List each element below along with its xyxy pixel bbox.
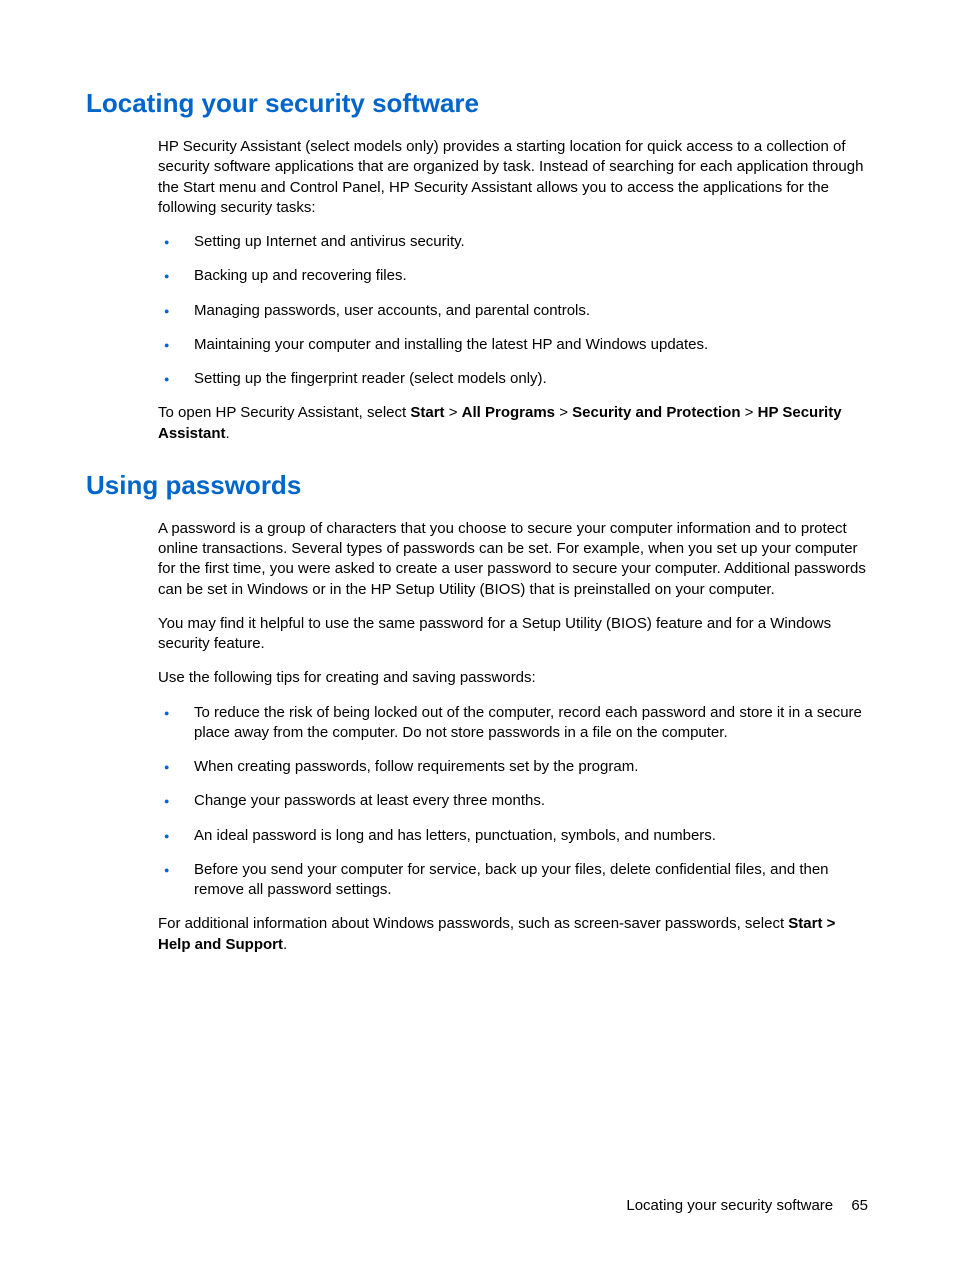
list-item: When creating passwords, follow requirem… — [158, 757, 868, 777]
list-item: Setting up the fingerprint reader (selec… — [158, 369, 868, 389]
list-item: Backing up and recovering files. — [158, 266, 868, 286]
open-instructions: To open HP Security Assistant, select St… — [158, 403, 868, 444]
list-item: An ideal password is long and has letter… — [158, 826, 868, 846]
page-number: 65 — [851, 1197, 868, 1214]
password-tips-list: To reduce the risk of being locked out o… — [158, 703, 868, 901]
intro-paragraph: HP Security Assistant (select models onl… — [158, 137, 868, 218]
list-item: Managing passwords, user accounts, and p… — [158, 301, 868, 321]
passwords-paragraph-1: A password is a group of characters that… — [158, 519, 868, 600]
list-item: Setting up Internet and antivirus securi… — [158, 232, 868, 252]
footer-label: Locating your security software — [626, 1197, 833, 1214]
heading-locating-security-software: Locating your security software — [86, 88, 868, 119]
closing-paragraph: For additional information about Windows… — [158, 914, 868, 955]
list-item: Maintaining your computer and installing… — [158, 335, 868, 355]
passwords-paragraph-3: Use the following tips for creating and … — [158, 668, 868, 688]
list-item: Change your passwords at least every thr… — [158, 791, 868, 811]
page-footer: Locating your security software 65 — [626, 1197, 868, 1214]
security-tasks-list: Setting up Internet and antivirus securi… — [158, 232, 868, 389]
list-item: Before you send your computer for servic… — [158, 860, 868, 901]
list-item: To reduce the risk of being locked out o… — [158, 703, 868, 744]
passwords-paragraph-2: You may find it helpful to use the same … — [158, 614, 868, 655]
heading-using-passwords: Using passwords — [86, 470, 868, 501]
